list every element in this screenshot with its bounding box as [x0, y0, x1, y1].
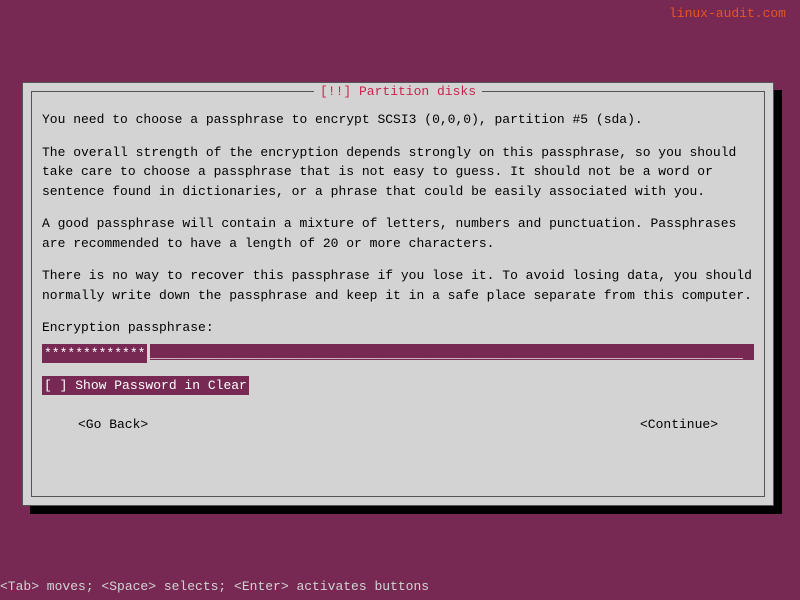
instruction-text-4: There is no way to recover this passphra… [42, 266, 754, 305]
instruction-text-1: You need to choose a passphrase to encry… [42, 110, 754, 130]
continue-button[interactable]: <Continue> [640, 415, 718, 435]
passphrase-masked-value: ************* [42, 344, 147, 364]
passphrase-fill: ________________________________________… [150, 344, 754, 360]
instruction-text-2: The overall strength of the encryption d… [42, 143, 754, 202]
watermark: linux-audit.com [669, 6, 786, 21]
checkbox-label: Show Password in Clear [75, 378, 247, 393]
passphrase-label: Encryption passphrase: [42, 318, 754, 338]
checkbox-state: [ ] [44, 378, 67, 393]
instruction-text-3: A good passphrase will contain a mixture… [42, 214, 754, 253]
dialog-frame: [!!] Partition disks You need to choose … [31, 91, 765, 497]
footer-hint: <Tab> moves; <Space> selects; <Enter> ac… [0, 579, 429, 594]
go-back-button[interactable]: <Go Back> [78, 415, 148, 435]
passphrase-input[interactable]: ************* __________________________… [42, 344, 754, 360]
dialog-title: [!!] Partition disks [314, 84, 482, 99]
show-password-checkbox[interactable]: [ ] Show Password in Clear [42, 376, 249, 396]
button-row: <Go Back> <Continue> [42, 415, 754, 435]
dialog: [!!] Partition disks You need to choose … [22, 82, 774, 506]
dialog-content: You need to choose a passphrase to encry… [32, 92, 764, 445]
